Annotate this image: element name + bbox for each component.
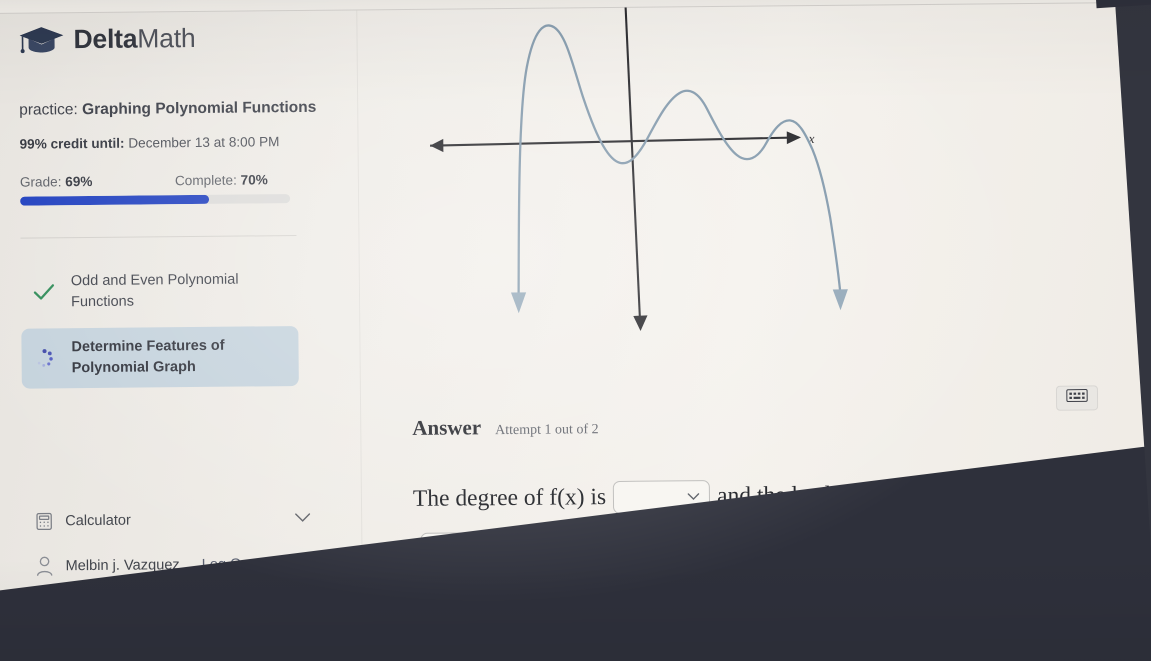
polynomial-graph: x	[402, 0, 936, 368]
practice-name: Graphing Polynomial Functions	[82, 98, 317, 119]
practice-label: practice:	[19, 101, 83, 119]
graduation-cap-icon	[18, 23, 64, 55]
sidebar-divider	[20, 235, 297, 239]
spinner-icon	[29, 347, 59, 369]
curve-left-arrow	[510, 292, 527, 314]
credit-prefix: 99% credit until:	[19, 135, 125, 152]
math-keyboard-button[interactable]	[1055, 385, 1099, 411]
calculator-label: Calculator	[65, 512, 131, 530]
answer-title: Answer	[412, 415, 482, 440]
complete-stat: Complete: 70%	[175, 172, 268, 188]
y-axis-down-arrow	[633, 315, 648, 332]
y-axis	[624, 7, 642, 320]
complete-label: Complete:	[174, 172, 241, 189]
calculator-icon	[23, 511, 65, 531]
brand-bold: Delta	[73, 23, 138, 54]
keyboard-icon	[1066, 388, 1088, 407]
credit-due: December 13 at 8:00 PM	[124, 134, 280, 151]
progress-bar-fill	[20, 194, 210, 206]
sidebar-item-odd-even-polynomial-functions[interactable]: Odd and Even Polynomial Functions	[21, 260, 342, 323]
laptop-screen: DeltaMath practice: Graphing Polynomial …	[0, 0, 1151, 661]
page-title: practice: Graphing Polynomial Functions	[19, 97, 339, 121]
polynomial-curve	[517, 24, 842, 298]
attempt-counter: Attempt 1 out of 2	[495, 422, 599, 439]
calculator-toggle[interactable]: Calculator	[23, 501, 311, 540]
chevron-down-icon	[687, 492, 700, 500]
sidebar-item-label: Odd and Even Polynomial Functions	[70, 271, 239, 311]
brand-light: Math	[137, 22, 196, 54]
curve-right-arrow	[832, 289, 848, 311]
stats-row: Grade: 69% Complete: 70%	[19, 172, 340, 190]
user-icon	[23, 555, 65, 577]
chevron-down-icon[interactable]	[294, 510, 311, 528]
sidebar-item-label: Determine Features of Polynomial Graph	[71, 337, 225, 377]
progress-bar	[20, 194, 291, 206]
assignment-nav: Odd and Even Polynomial Functions Determ…	[21, 260, 342, 389]
x-axis	[430, 136, 800, 147]
sidebar-item-determine-features-of-polynomial-graph[interactable]: Determine Features of Polynomial Graph	[21, 326, 299, 389]
screenshot-root: DeltaMath practice: Graphing Polynomial …	[0, 0, 1151, 661]
credit-deadline: 99% credit until: December 13 at 8:00 PM	[19, 131, 339, 155]
check-icon	[29, 282, 59, 302]
grade-stat: Grade: 69%	[19, 173, 175, 190]
x-axis-left-arrow	[430, 138, 444, 153]
complete-value: 70%	[240, 172, 268, 188]
brand-logo[interactable]: DeltaMath	[18, 21, 338, 56]
brand-title: DeltaMath	[73, 22, 195, 54]
grade-label: Grade:	[19, 174, 66, 190]
answer-header: Answer Attempt 1 out of 2	[412, 414, 598, 441]
grade-value: 69%	[65, 173, 93, 190]
question-text-part1: The degree of f(x) is	[412, 484, 607, 512]
x-axis-right-arrow	[786, 131, 802, 145]
